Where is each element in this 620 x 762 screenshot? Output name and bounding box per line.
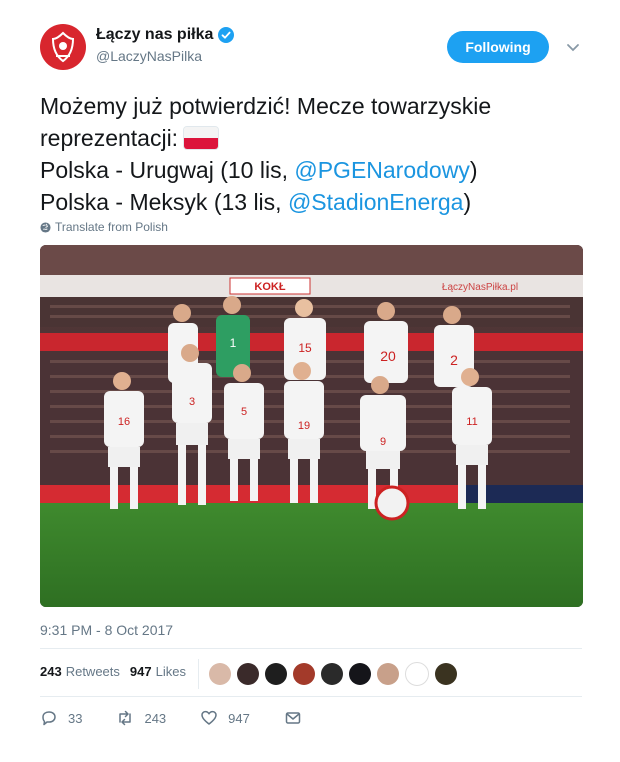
engagement-stats: 243 Retweets 947 Likes [40,664,196,679]
likes-label: Likes [155,664,186,679]
retweet-icon [119,710,132,726]
avatar[interactable] [40,24,86,70]
likes-count: 947 [129,664,152,679]
jersey-number: 11 [466,416,477,428]
liker-avatar[interactable] [405,662,429,686]
tweet-line-text: Polska - Urugwaj (10 lis, [40,157,295,183]
verified-badge-icon [218,27,235,43]
tweet-line: Możemy już potwierdzić! Mecze towarzyski… [40,93,492,119]
like-button[interactable]: 947 [200,709,250,727]
account-handle[interactable]: @LaczyNasPilka [96,48,234,64]
liker-avatar[interactable] [349,663,371,685]
retweets-label: Retweets [65,664,120,679]
sponsor-banner-text: ŁączyNasPiłka.pl [442,282,518,293]
jersey-number: 5 [241,406,247,418]
team-photo-illustration: KOKŁ ŁączyNasPiłka.pl 1 15 20 2 16 3 5 1… [40,245,583,607]
like-count: 947 [228,710,250,726]
jersey-number: 16 [118,416,130,428]
jersey-number: 15 [298,341,312,355]
tweet-line-text: Polska - Meksyk (13 lis, [40,189,288,215]
chevron-down-icon[interactable] [566,40,580,54]
tweet-line: Polska - Meksyk (13 lis, @StadionEnerga) [40,186,600,218]
following-button[interactable]: Following [447,31,549,63]
mention-stadionenerga-link[interactable]: @StadionEnerga [288,189,464,215]
globe-icon [40,221,51,233]
tweet-line-text: ) [469,157,478,183]
liker-avatar[interactable] [209,663,231,685]
translate-link[interactable]: Translate from Polish [40,220,168,234]
jersey-number: 9 [380,436,386,448]
tweet-line: reprezentacji: [40,122,600,154]
tweet-text: Możemy już potwierdzić! Mecze towarzyski… [40,90,600,218]
tweet-card: Łączy nas piłka @LaczyNasPilka Following… [0,0,620,762]
reply-button[interactable]: 33 [40,709,82,727]
retweet-count: 243 [144,710,167,726]
poland-flag-icon [184,127,219,149]
translate-label: Translate from Polish [55,220,168,234]
team-photo[interactable]: KOKŁ ŁączyNasPiłka.pl 1 15 20 2 16 3 5 1… [40,245,583,607]
jersey-number: 20 [380,348,396,364]
tweet-line: Polska - Urugwaj (10 lis, @PGENarodowy) [40,154,600,186]
retweets-count: 243 [40,664,62,679]
stadium-banner-text: KOKŁ [254,281,285,293]
envelope-icon [285,712,301,724]
liker-avatar[interactable] [435,663,457,685]
football [374,485,410,521]
liker-avatars [198,659,457,689]
liker-avatar[interactable] [265,663,287,685]
tweet-actions: 33 243 947 [40,709,336,727]
tweet-line-text: ) [463,189,472,215]
display-name-text: Łączy nas piłka [96,26,214,43]
tweet-timestamp[interactable]: 9:31 PM - 8 Oct 2017 [40,622,173,638]
liker-avatar[interactable] [293,663,315,685]
divider [40,648,582,649]
liker-avatar[interactable] [377,663,399,685]
account-info[interactable]: Łączy nas piłka @LaczyNasPilka [96,26,235,64]
tweet-line-text: reprezentacji: [40,125,179,151]
mention-pgenarodowy-link[interactable]: @PGENarodowy [294,157,469,183]
display-name[interactable]: Łączy nas piłka [96,26,235,44]
retweets-stat[interactable]: 243 Retweets [40,664,120,679]
jersey-number: 1 [230,336,237,350]
likes-stat[interactable]: 947 Likes [130,664,186,679]
reply-icon [42,711,56,726]
reply-count: 33 [68,710,83,726]
heart-icon [201,710,217,725]
retweet-button[interactable]: 243 [116,709,166,727]
jersey-number: 2 [450,352,458,368]
direct-message-button[interactable] [284,709,302,727]
pzpn-logo-icon [51,31,75,63]
liker-avatar[interactable] [237,663,259,685]
jersey-number: 19 [298,420,310,432]
jersey-number: 3 [189,396,195,408]
liker-avatar[interactable] [321,663,343,685]
divider [40,696,582,697]
